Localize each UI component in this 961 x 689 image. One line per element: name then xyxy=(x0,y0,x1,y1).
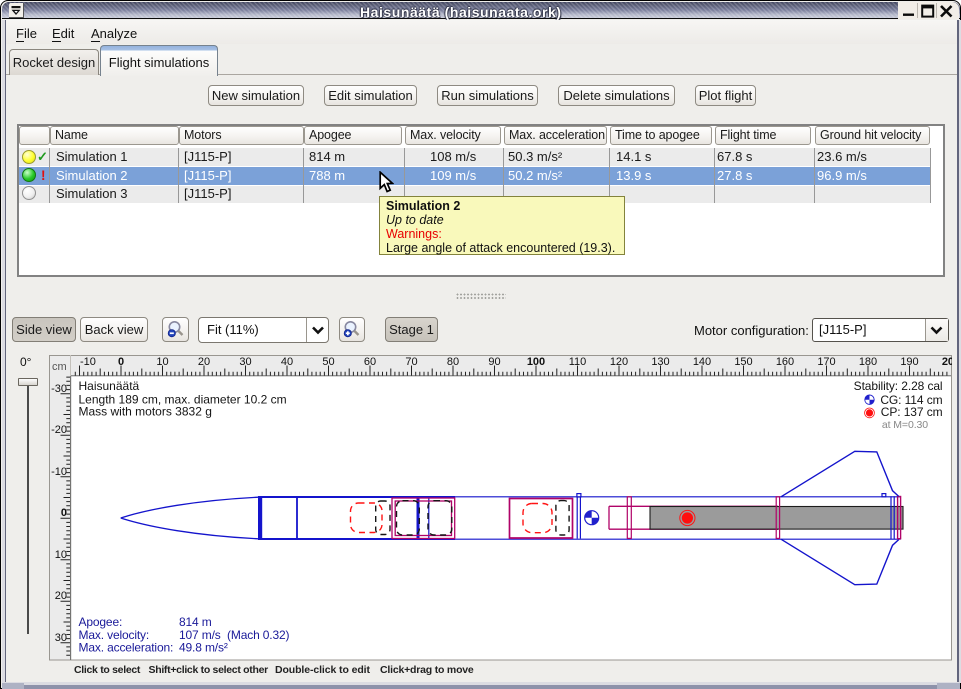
svg-text:170: 170 xyxy=(817,356,835,368)
svg-text:30: 30 xyxy=(55,632,67,644)
svg-text:at M=0.30: at M=0.30 xyxy=(882,419,928,431)
svg-text:20: 20 xyxy=(55,590,67,602)
svg-text:30: 30 xyxy=(239,356,251,368)
svg-text:Apogee:: Apogee: xyxy=(79,615,123,629)
svg-text:190: 190 xyxy=(900,356,918,368)
svg-text:20: 20 xyxy=(198,356,210,368)
svg-text:0: 0 xyxy=(118,356,124,368)
svg-text:160: 160 xyxy=(776,356,794,368)
svg-text:150: 150 xyxy=(734,356,752,368)
svg-text:Mass with motors 3832 g: Mass with motors 3832 g xyxy=(79,405,212,419)
svg-text:120: 120 xyxy=(610,356,628,368)
svg-text:180: 180 xyxy=(859,356,877,368)
svg-text:80: 80 xyxy=(447,356,459,368)
svg-text:-20: -20 xyxy=(51,424,67,436)
svg-text:49.8 m/s²: 49.8 m/s² xyxy=(179,641,228,655)
svg-text:-10: -10 xyxy=(80,356,96,368)
svg-text:110: 110 xyxy=(569,356,587,368)
svg-text:60: 60 xyxy=(364,356,376,368)
svg-text:40: 40 xyxy=(281,356,293,368)
svg-text:-10: -10 xyxy=(51,466,67,478)
svg-text:cm: cm xyxy=(52,361,67,373)
svg-text:814 m: 814 m xyxy=(179,615,212,629)
svg-text:130: 130 xyxy=(651,356,669,368)
svg-text:50: 50 xyxy=(322,356,334,368)
svg-text:90: 90 xyxy=(488,356,500,368)
svg-text:200: 200 xyxy=(942,356,952,368)
svg-text:10: 10 xyxy=(55,549,67,561)
svg-text:Stability: 2.28 cal: Stability: 2.28 cal xyxy=(854,379,943,393)
svg-text:Max. acceleration:: Max. acceleration: xyxy=(79,641,174,655)
svg-text:10: 10 xyxy=(156,356,168,368)
svg-text:70: 70 xyxy=(405,356,417,368)
svg-text:0: 0 xyxy=(61,507,67,519)
svg-text:100: 100 xyxy=(527,356,545,368)
svg-text:CP: 137 cm: CP: 137 cm xyxy=(881,405,943,419)
svg-text:Haisunäätä: Haisunäätä xyxy=(79,379,140,393)
svg-text:-30: -30 xyxy=(51,383,67,395)
svg-text:140: 140 xyxy=(693,356,711,368)
